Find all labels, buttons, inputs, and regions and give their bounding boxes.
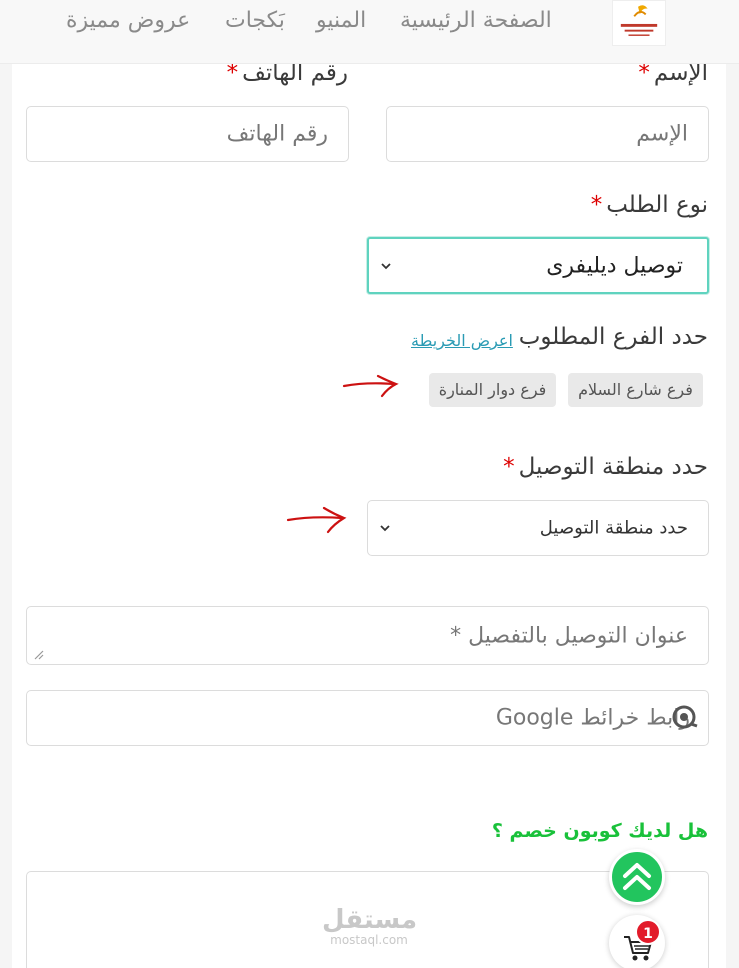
watermark-arabic: مستقل <box>322 905 418 935</box>
address-textarea[interactable]: عنوان التوصيل بالتفصيل * <box>26 606 709 665</box>
hand-drawn-arrow-icon <box>342 374 399 398</box>
resize-grip-icon[interactable] <box>33 650 45 660</box>
watermark-latin: mostaql.com <box>330 933 408 947</box>
order-form-card: الإسم* الإسم رقم الهاتف* رقم الهاتف نوع … <box>12 60 726 968</box>
phone-input[interactable]: رقم الهاتف <box>26 106 349 162</box>
branch-chip-manara[interactable]: فرع دوار المنارة <box>429 373 556 407</box>
chevron-down-icon <box>379 259 393 273</box>
required-mark: * <box>503 454 515 480</box>
order-type-value: توصيل ديليفرى <box>546 253 683 278</box>
branch-label: حدد الفرع المطلوب <box>518 324 708 350</box>
order-type-label-text: نوع الطلب <box>606 192 708 218</box>
order-type-label: نوع الطلب* <box>591 192 708 218</box>
branch-chip-salam[interactable]: فرع شارع السلام <box>568 373 703 407</box>
nav-link-home[interactable]: الصفحة الرئيسية <box>400 8 552 33</box>
top-navbar: الصفحة الرئيسية المنيو بَكجات عروض مميزة <box>0 0 739 64</box>
nav-link-packages[interactable]: بَكجات <box>225 8 285 33</box>
order-type-select[interactable]: توصيل ديليفرى <box>367 237 709 294</box>
brand-logo[interactable] <box>612 0 666 46</box>
required-mark: * <box>590 192 603 218</box>
cart-count-badge: 1 <box>635 919 661 945</box>
zone-label-text: حدد منطقة التوصيل <box>518 454 708 480</box>
scroll-to-top-button[interactable] <box>609 849 665 905</box>
hand-drawn-arrow-icon <box>286 506 347 534</box>
nav-link-menu[interactable]: المنيو <box>316 8 366 33</box>
double-chevron-up-icon <box>623 863 651 890</box>
chevron-down-icon <box>378 521 392 535</box>
coupon-question[interactable]: هل لديك كوبون خصم ؟ <box>492 820 708 842</box>
phone-placeholder: رقم الهاتف <box>226 121 328 147</box>
delivery-zone-select[interactable]: حدد منطقة التوصيل <box>367 500 709 556</box>
name-placeholder: الإسم <box>636 121 688 147</box>
location-pin-icon[interactable] <box>671 704 699 732</box>
mostaql-watermark: مستقل mostaql.com <box>322 905 418 947</box>
delivery-zone-value: حدد منطقة التوصيل <box>539 517 688 539</box>
name-input[interactable]: الإسم <box>386 106 709 162</box>
address-placeholder: عنوان التوصيل بالتفصيل * <box>450 623 688 648</box>
google-maps-link-input[interactable]: رابط خرائط Google <box>26 690 709 746</box>
google-maps-link-placeholder: رابط خرائط Google <box>495 705 690 731</box>
show-map-link[interactable]: اعرض الخريطة <box>411 331 513 350</box>
nav-link-offers[interactable]: عروض مميزة <box>66 8 190 33</box>
zone-label: حدد منطقة التوصيل* <box>503 454 708 480</box>
cart-button[interactable]: 1 <box>609 915 665 968</box>
